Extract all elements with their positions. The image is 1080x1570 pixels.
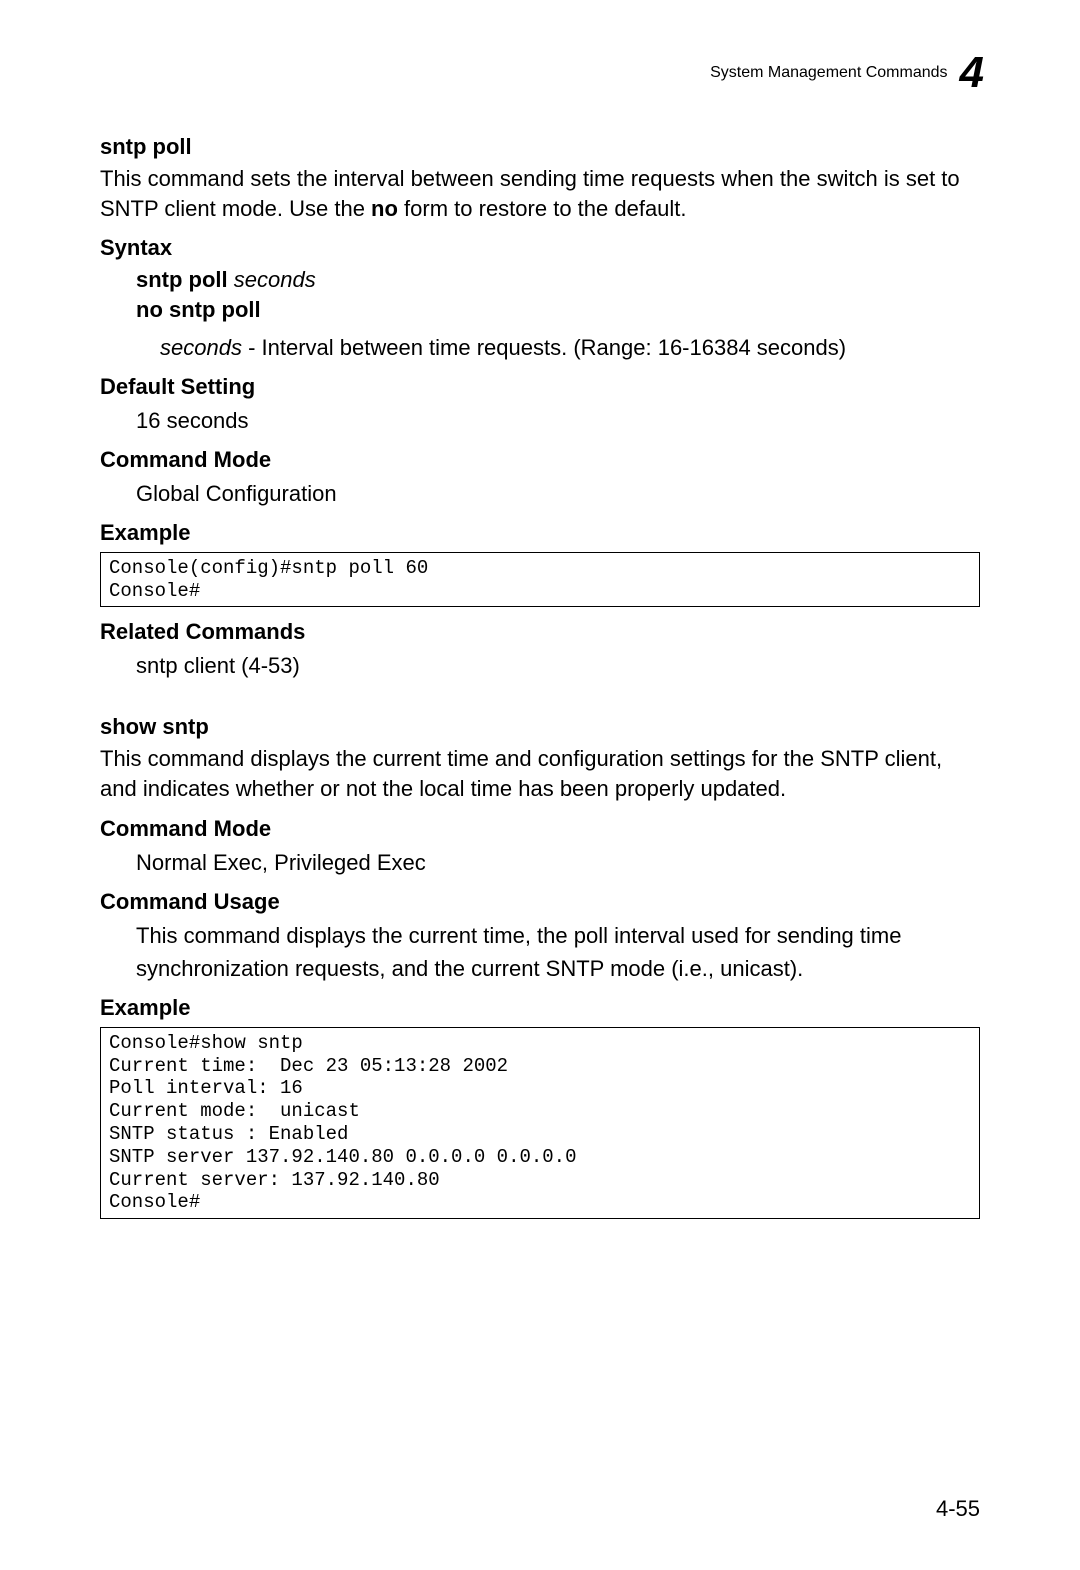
syntax-keyword-no: no sntp poll: [136, 297, 261, 322]
command-title-sntp-poll: sntp poll: [100, 134, 980, 160]
default-setting-value: 16 seconds: [136, 404, 980, 437]
command-title-show-sntp: show sntp: [100, 714, 980, 740]
page-header: System Management Commands 4: [100, 48, 980, 98]
default-setting-heading: Default Setting: [100, 374, 980, 400]
command-mode-value-1: Global Configuration: [136, 477, 980, 510]
header-title: System Management Commands: [710, 64, 947, 82]
syntax-line-1: sntp poll seconds: [136, 265, 980, 295]
example-heading-1: Example: [100, 520, 980, 546]
command-description-sntp-poll: This command sets the interval between s…: [100, 164, 980, 223]
syntax-arg: seconds: [234, 267, 316, 292]
command-description-show-sntp: This command displays the current time a…: [100, 744, 980, 803]
syntax-keyword: sntp poll: [136, 267, 228, 292]
page-number: 4-55: [936, 1496, 980, 1522]
param-desc: - Interval between time requests. (Range…: [242, 335, 846, 360]
chapter-number: 4: [960, 48, 984, 98]
command-mode-heading-1: Command Mode: [100, 447, 980, 473]
syntax-param: seconds - Interval between time requests…: [160, 331, 980, 364]
command-mode-value-2: Normal Exec, Privileged Exec: [136, 846, 980, 879]
syntax-heading: Syntax: [100, 235, 980, 261]
syntax-line-2: no sntp poll: [136, 295, 980, 325]
param-name: seconds: [160, 335, 242, 360]
example-code-2: Console#show sntp Current time: Dec 23 0…: [100, 1027, 980, 1219]
example-heading-2: Example: [100, 995, 980, 1021]
example-code-1: Console(config)#sntp poll 60 Console#: [100, 552, 980, 608]
command-usage-value: This command displays the current time, …: [136, 919, 980, 985]
desc-bold-no: no: [371, 196, 398, 221]
command-usage-heading: Command Usage: [100, 889, 980, 915]
desc-part2: form to restore to the default.: [398, 196, 687, 221]
command-mode-heading-2: Command Mode: [100, 816, 980, 842]
related-commands-value: sntp client (4-53): [136, 649, 980, 682]
related-commands-heading: Related Commands: [100, 619, 980, 645]
